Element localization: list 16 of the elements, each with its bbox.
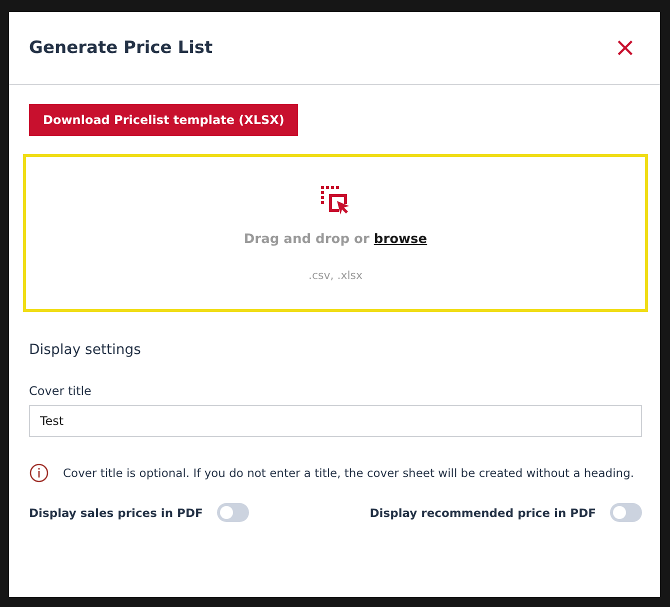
toggle-switch[interactable] bbox=[216, 503, 249, 522]
field-label: Cover title bbox=[29, 384, 92, 398]
browse-link[interactable]: browse bbox=[374, 232, 428, 247]
toggle-switch[interactable] bbox=[610, 503, 642, 522]
close-button[interactable]: × bbox=[608, 35, 642, 61]
accepted-formats: .csv, .xlsx bbox=[308, 269, 363, 282]
download-template-button[interactable]: Download Pricelist template (XLSX) bbox=[29, 104, 298, 136]
dialog-title: Generate Price List bbox=[29, 38, 213, 58]
toggle-label: Display sales prices in PDF bbox=[29, 506, 203, 520]
info-icon bbox=[29, 463, 49, 483]
toggle-label: Display recommended price in PDF bbox=[370, 506, 596, 520]
section-title: Display settings bbox=[29, 342, 142, 358]
cover-title-field[interactable]: Test bbox=[29, 405, 642, 437]
info-text: Cover title is optional. If you do not enter a title, the cover sheet will be created without a heading. bbox=[63, 466, 634, 480]
drop-instruction: Drag and drop or browse bbox=[244, 232, 428, 247]
drop-zone[interactable]: Drag and drop or browse .csv, .xlsx bbox=[23, 154, 648, 312]
